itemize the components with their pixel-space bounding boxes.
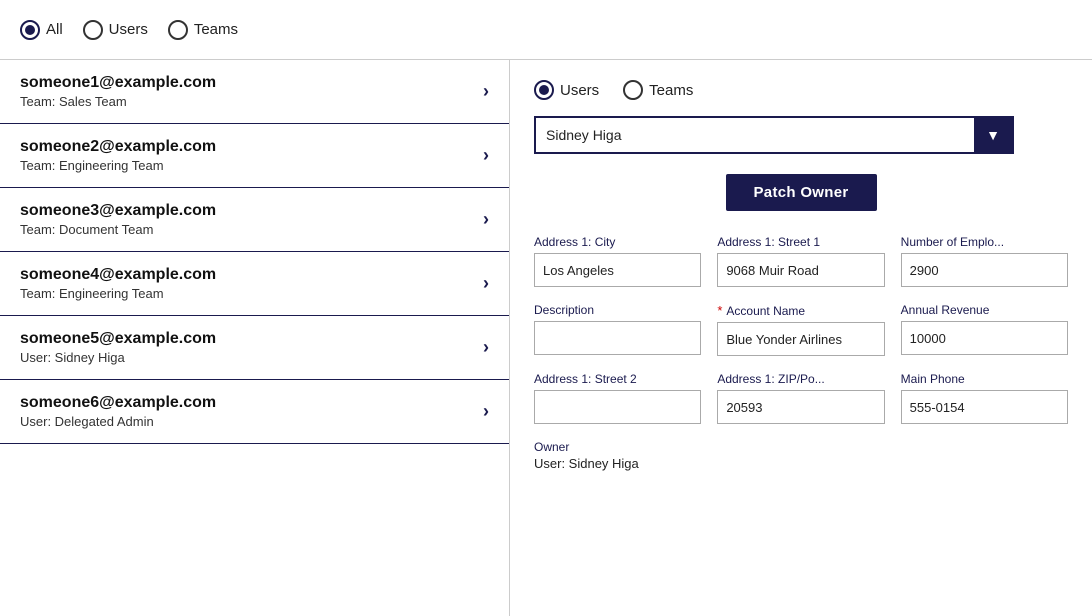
list-item-email: someone6@example.com [20,394,216,412]
right-radio-users-label: Users [560,82,599,99]
list-item[interactable]: someone6@example.com User: Delegated Adm… [0,380,509,444]
right-radio-users-circle [534,80,554,100]
radio-users[interactable]: Users [83,20,148,40]
field-zip: Address 1: ZIP/Po... [717,372,884,424]
dropdown-selected-value: Sidney Higa [536,116,974,154]
owner-dropdown[interactable]: Sidney Higa ▼ [534,116,1014,154]
content-area: someone1@example.com Team: Sales Team › … [0,60,1092,616]
radio-all[interactable]: All [20,20,63,40]
radio-all-label: All [46,21,63,38]
chevron-down-icon: ▼ [986,127,1000,143]
field-account-name: * Account Name [717,303,884,356]
field-street1: Address 1: Street 1 [717,235,884,287]
field-street2: Address 1: Street 2 [534,372,701,424]
field-account-name-label: Account Name [726,304,805,318]
field-annual-revenue-input[interactable] [901,321,1068,355]
left-panel: someone1@example.com Team: Sales Team › … [0,60,510,616]
list-item-text: someone5@example.com User: Sidney Higa [20,330,216,365]
field-description: Description [534,303,701,356]
right-radio-users[interactable]: Users [534,80,599,100]
field-city-input[interactable] [534,253,701,287]
list-item-email: someone2@example.com [20,138,216,156]
radio-all-circle [20,20,40,40]
field-account-name-input[interactable] [717,322,884,356]
list-item-sub: Team: Document Team [20,222,216,237]
right-radio-group: Users Teams [534,80,1068,100]
field-city: Address 1: City [534,235,701,287]
field-annual-revenue-label: Annual Revenue [901,303,1068,317]
field-description-label: Description [534,303,701,317]
chevron-right-icon: › [483,337,489,358]
list-item-text: someone6@example.com User: Delegated Adm… [20,394,216,429]
chevron-right-icon: › [483,273,489,294]
list-item-sub: User: Delegated Admin [20,414,216,429]
radio-teams-label: Teams [194,21,238,38]
list-item-text: someone2@example.com Team: Engineering T… [20,138,216,173]
field-street1-input[interactable] [717,253,884,287]
list-item-text: someone1@example.com Team: Sales Team [20,74,216,109]
field-description-input[interactable] [534,321,701,355]
owner-label: Owner [534,440,1068,454]
field-zip-label: Address 1: ZIP/Po... [717,372,884,386]
field-account-name-label-row: * Account Name [717,303,884,318]
list-item-email: someone5@example.com [20,330,216,348]
list-item-sub: Team: Engineering Team [20,286,216,301]
field-zip-input[interactable] [717,390,884,424]
field-street1-label: Address 1: Street 1 [717,235,884,249]
list-item-email: someone1@example.com [20,74,216,92]
radio-users-circle [83,20,103,40]
list-item[interactable]: someone3@example.com Team: Document Team… [0,188,509,252]
field-phone-input[interactable] [901,390,1068,424]
field-phone-label: Main Phone [901,372,1068,386]
field-employees-label: Number of Emplo... [901,235,1068,249]
dropdown-arrow-btn[interactable]: ▼ [974,116,1012,154]
list-item-email: someone4@example.com [20,266,216,284]
top-bar: All Users Teams [0,0,1092,60]
right-panel: Users Teams Sidney Higa ▼ Patch Owner [510,60,1092,616]
chevron-right-icon: › [483,209,489,230]
list-item-sub: User: Sidney Higa [20,350,216,365]
chevron-right-icon: › [483,145,489,166]
radio-teams[interactable]: Teams [168,20,238,40]
right-radio-teams-circle [623,80,643,100]
fields-grid: Address 1: City Address 1: Street 1 Numb… [534,235,1068,424]
list-item[interactable]: someone1@example.com Team: Sales Team › [0,60,509,124]
radio-users-label: Users [109,21,148,38]
field-street2-label: Address 1: Street 2 [534,372,701,386]
top-radio-group: All Users Teams [20,20,238,40]
dropdown-row: Sidney Higa ▼ [534,116,1068,154]
main-container: All Users Teams someone1@example.com Tea… [0,0,1092,616]
required-asterisk: * [717,303,722,318]
radio-teams-circle [168,20,188,40]
list-item-email: someone3@example.com [20,202,216,220]
field-employees: Number of Emplo... [901,235,1068,287]
right-radio-teams[interactable]: Teams [623,80,693,100]
list-item-sub: Team: Sales Team [20,94,216,109]
field-phone: Main Phone [901,372,1068,424]
field-employees-input[interactable] [901,253,1068,287]
chevron-right-icon: › [483,401,489,422]
field-street2-input[interactable] [534,390,701,424]
right-radio-teams-label: Teams [649,82,693,99]
owner-value: User: Sidney Higa [534,456,1068,471]
patch-owner-button[interactable]: Patch Owner [726,174,877,211]
list-item-text: someone3@example.com Team: Document Team [20,202,216,237]
list-item[interactable]: someone2@example.com Team: Engineering T… [0,124,509,188]
list-item[interactable]: someone4@example.com Team: Engineering T… [0,252,509,316]
list-item-text: someone4@example.com Team: Engineering T… [20,266,216,301]
field-city-label: Address 1: City [534,235,701,249]
chevron-right-icon: › [483,81,489,102]
list-item-sub: Team: Engineering Team [20,158,216,173]
field-annual-revenue: Annual Revenue [901,303,1068,356]
list-item[interactable]: someone5@example.com User: Sidney Higa › [0,316,509,380]
owner-section: Owner User: Sidney Higa [534,440,1068,471]
